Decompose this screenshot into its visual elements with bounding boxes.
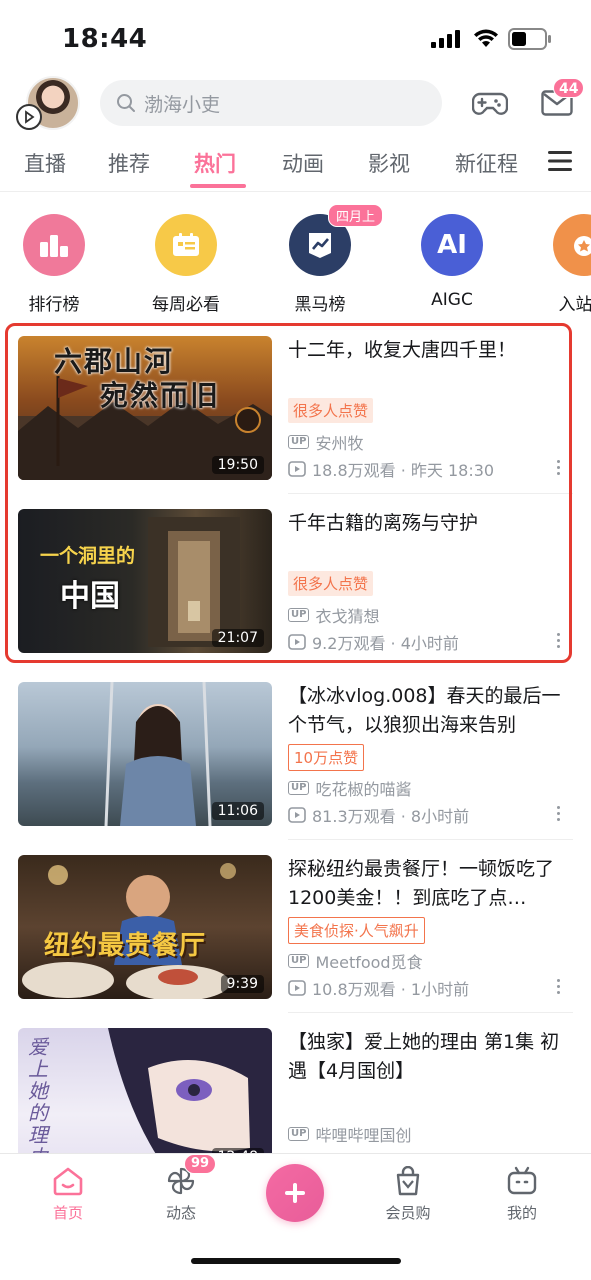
video-title[interactable]: 【冰冰vlog.008】春天的最后一个节气，以狼狈出海来告别 (288, 682, 572, 740)
up-icon: UP (288, 608, 310, 622)
divider (288, 839, 573, 840)
video-title[interactable]: 十二年，收复大唐四千里！ (288, 336, 572, 365)
more-options-icon[interactable] (557, 460, 563, 478)
video-thumbnail[interactable]: 六郡山河 宛然而旧 19:50 (18, 336, 272, 480)
wifi-icon (474, 29, 498, 47)
play-count-icon (288, 980, 306, 996)
video-title[interactable]: 探秘纽约最贵餐厅！一顿饭吃了1200美金！！到底吃了点… (288, 855, 572, 913)
video-uploader[interactable]: UP 衣戈猜想 (288, 603, 379, 627)
tab-new-journey[interactable]: 新征程 (455, 148, 518, 178)
video-tag: 很多人点赞 (288, 571, 374, 596)
nav-mine[interactable]: 我的 (482, 1166, 562, 1223)
more-options-icon[interactable] (557, 633, 563, 651)
video-thumbnail[interactable]: 爱上她的理由 12:48 (18, 1028, 272, 1172)
plus-icon (285, 1183, 305, 1203)
video-card[interactable]: 一个洞里的 中国 21:07 千年古籍的离殇与守护 很多人点赞 UP 衣戈猜想 9… (0, 509, 591, 679)
quick-entry-dark-horse[interactable]: 四月上 黑马榜 (260, 204, 384, 315)
video-title[interactable]: 千年古籍的离殇与守护 (288, 509, 572, 538)
live-badge-icon (16, 104, 42, 130)
search-input[interactable]: 渤海小吏 (100, 80, 442, 126)
menu-icon[interactable] (548, 150, 572, 172)
quick-entry-aigc[interactable]: AI AIGC (392, 214, 512, 310)
dynamics-badge: 99 (184, 1154, 217, 1174)
quick-entry-entry[interactable]: 入站必 (524, 214, 591, 315)
shopping-bag-icon (396, 1166, 420, 1196)
thumbnail-text: 爱上她的理由 (28, 1035, 48, 1168)
quick-entry-weekly[interactable]: 每周必看 (126, 214, 246, 315)
up-icon: UP (288, 781, 310, 795)
search-placeholder: 渤海小吏 (144, 93, 221, 116)
nav-dynamics[interactable]: 动态 (141, 1166, 221, 1223)
status-time: 18:44 (62, 24, 148, 54)
up-icon: UP (288, 435, 310, 449)
video-card[interactable]: 纽约最贵餐厅 9:39 探秘纽约最贵餐厅！一顿饭吃了1200美金！！到底吃了点…… (0, 855, 591, 1025)
thumbnail-text: 宛然而旧 (100, 379, 221, 412)
active-tab-indicator (190, 184, 246, 188)
thumbnail-text: 一个洞里的 (40, 545, 136, 567)
more-options-icon[interactable] (557, 979, 563, 997)
tab-recommend[interactable]: 推荐 (108, 148, 150, 178)
play-count-icon (288, 461, 306, 477)
more-options-icon[interactable] (557, 806, 563, 824)
ranking-icon (23, 214, 85, 276)
video-uploader[interactable]: UP 吃花椒的喵酱 (288, 776, 411, 800)
tab-popular[interactable]: 热门 (194, 148, 236, 178)
video-stats: 10.8万观看 · 1小时前 (288, 976, 469, 1000)
video-tag: 很多人点赞 (288, 398, 374, 423)
video-stats: 18.8万观看 · 昨天 18:30 (288, 457, 494, 481)
tab-anime[interactable]: 动画 (282, 148, 324, 178)
weekly-icon (155, 214, 217, 276)
ai-icon: AI (421, 214, 483, 276)
video-tag: 10万点赞 (288, 744, 365, 771)
search-icon (117, 94, 135, 112)
thumbnail-text: 纽约最贵餐厅 (44, 931, 207, 961)
video-tag: 美食侦探·人气飙升 (288, 917, 425, 944)
video-card[interactable]: 11:06 【冰冰vlog.008】春天的最后一个节气，以狼狈出海来告别 10万… (0, 682, 591, 852)
video-duration: 19:50 (211, 456, 264, 474)
mail-count-badge: 44 (553, 78, 585, 98)
tab-live[interactable]: 直播 (24, 148, 66, 178)
battery-icon (508, 28, 551, 50)
video-duration: 11:06 (211, 802, 264, 820)
play-count-icon (288, 634, 306, 650)
video-title[interactable]: 【独家】爱上她的理由 第1集 初遇【4月国创】 (288, 1028, 572, 1086)
quick-entry-ranking[interactable]: 排行榜 (0, 214, 114, 315)
top-header: 渤海小吏 44 (0, 72, 591, 134)
video-uploader[interactable]: UP 安州牧 (288, 430, 363, 454)
video-uploader[interactable]: UP 哔哩哔哩国创 (288, 1122, 411, 1146)
divider (288, 493, 573, 494)
tv-icon (507, 1166, 537, 1195)
video-thumbnail[interactable]: 纽约最贵餐厅 9:39 (18, 855, 272, 999)
quick-entries: 排行榜 每周必看 四月上 黑马榜 AI AIGC 入站必 (0, 196, 591, 316)
video-stats: 81.3万观看 · 8小时前 (288, 803, 469, 827)
channel-tabs: 直播 推荐 热门 动画 影视 新征程 (0, 136, 591, 192)
signal-icon (431, 30, 460, 48)
status-bar: 18:44 (0, 0, 591, 72)
video-thumbnail[interactable]: 11:06 (18, 682, 272, 826)
divider (288, 1012, 573, 1013)
video-duration: 9:39 (220, 975, 264, 993)
video-duration: 21:07 (211, 629, 264, 647)
upload-plus-button[interactable] (266, 1164, 324, 1222)
nav-member-shop[interactable]: 会员购 (368, 1166, 448, 1223)
video-card[interactable]: 六郡山河 宛然而旧 19:50 十二年，收复大唐四千里！ 很多人点赞 UP 安州牧… (0, 336, 591, 506)
tab-film[interactable]: 影视 (368, 148, 410, 178)
thumbnail-text: 中国 (60, 579, 120, 614)
gamepad-icon[interactable] (472, 88, 508, 118)
dark-horse-badge: 四月上 (328, 204, 384, 227)
home-indicator (191, 1258, 401, 1264)
up-icon: UP (288, 954, 310, 968)
up-icon: UP (288, 1127, 310, 1141)
video-thumbnail[interactable]: 一个洞里的 中国 21:07 (18, 509, 272, 653)
play-count-icon (288, 807, 306, 823)
video-uploader[interactable]: UP Meetfood觅食 (288, 949, 423, 973)
video-stats: 9.2万观看 · 4小时前 (288, 630, 459, 654)
nav-home[interactable]: 首页 (28, 1166, 108, 1223)
home-icon (53, 1167, 83, 1196)
entry-icon (553, 214, 591, 276)
